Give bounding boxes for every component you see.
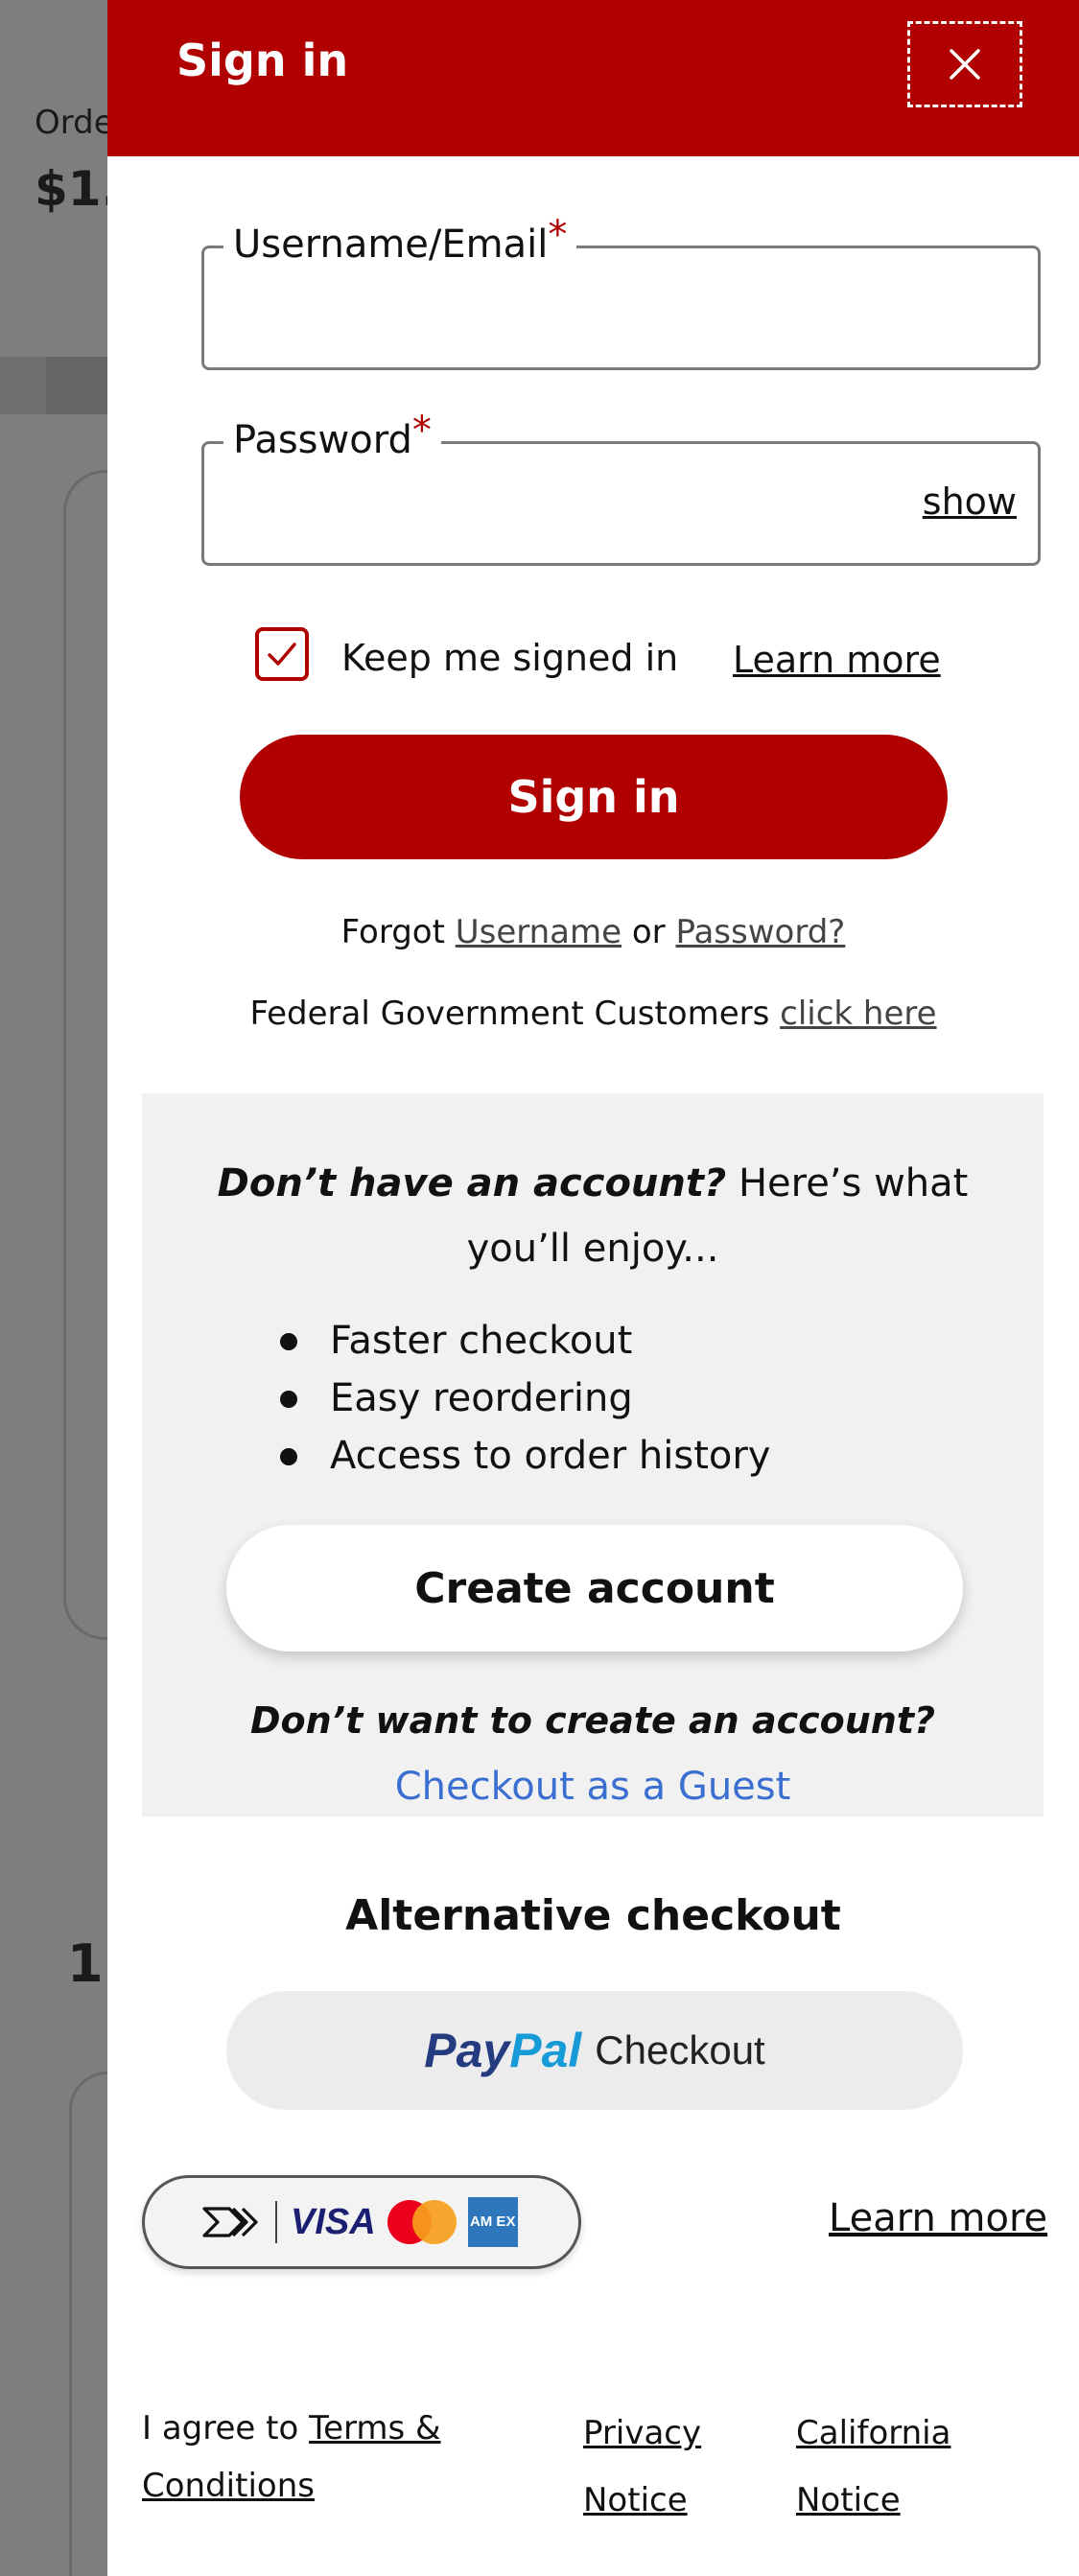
- bullet-icon: [280, 1391, 297, 1408]
- keep-signed-in-label: Keep me signed in: [341, 637, 679, 679]
- paypal-checkout-label: Checkout: [595, 2027, 765, 2073]
- no-account-question: Don’t want to create an account?: [249, 1699, 936, 1742]
- forgot-prefix: Forgot: [340, 913, 445, 951]
- forgot-username-link[interactable]: Username: [456, 913, 622, 951]
- keep-signed-in-checkbox[interactable]: [255, 627, 309, 681]
- federal-click-here-link[interactable]: click here: [780, 995, 936, 1033]
- privacy-notice-link[interactable]: Privacy Notice: [583, 2400, 775, 2534]
- bullet-icon: [280, 1333, 297, 1350]
- show-password-link[interactable]: show: [923, 480, 1017, 523]
- panel-title: Sign in: [176, 35, 349, 86]
- panel-header: Sign in: [107, 0, 1079, 156]
- california-notice-link[interactable]: California Notice: [796, 2400, 988, 2534]
- promo-heading: Don’t have an account? Here’s what you’l…: [180, 1151, 1005, 1281]
- list-item: Easy reordering: [280, 1370, 770, 1427]
- agree-prefix: I agree to: [142, 2409, 299, 2447]
- forgot-password-link[interactable]: Password?: [675, 913, 845, 951]
- pay-with-card-button[interactable]: VISA AM EX: [142, 2175, 581, 2269]
- card-checkout-learn-more-link[interactable]: Learn more: [829, 2196, 1047, 2240]
- paypal-logo: PayPal: [424, 2024, 582, 2077]
- list-item: Access to order history: [280, 1427, 771, 1485]
- required-marker: *: [548, 213, 568, 257]
- paypal-checkout-button[interactable]: PayPal Checkout: [226, 1991, 963, 2110]
- password-field: Password* show: [201, 409, 1041, 566]
- sign-in-button[interactable]: Sign in: [240, 735, 948, 859]
- forgot-credentials: Forgot Username or Password?: [107, 913, 1079, 951]
- item-count: 1: [67, 1933, 104, 1994]
- create-account-button[interactable]: Create account: [226, 1525, 963, 1651]
- benefit-text: Easy reordering: [330, 1376, 633, 1420]
- password-label: Password: [233, 418, 412, 462]
- benefit-text: Faster checkout: [330, 1319, 633, 1363]
- amex-logo: AM EX: [467, 2197, 518, 2247]
- close-icon: [950, 49, 980, 80]
- username-legend: Username/Email*: [223, 213, 577, 269]
- order-label: Orde: [35, 104, 114, 142]
- forgot-or: or: [631, 913, 666, 951]
- divider: [275, 2201, 277, 2243]
- username-label: Username/Email: [233, 222, 549, 267]
- benefits-list: Faster checkout Easy reordering Access t…: [280, 1312, 771, 1485]
- mastercard-logo: [387, 2200, 457, 2244]
- bullet-icon: [280, 1448, 297, 1465]
- list-item: Faster checkout: [280, 1312, 770, 1370]
- checkout-as-guest-link[interactable]: Checkout as a Guest: [142, 1765, 1044, 1809]
- promo-question: Don’t have an account?: [217, 1161, 727, 1206]
- create-account-promo: Don’t have an account? Here’s what you’l…: [142, 1093, 1044, 1816]
- keep-signed-in-learn-more-link[interactable]: Learn more: [733, 639, 941, 681]
- visa-logo: VISA: [291, 2201, 376, 2242]
- keep-signed-in-row: Keep me signed in Learn more: [255, 625, 984, 692]
- sign-in-panel: Sign in Username/Email* Password* show K…: [107, 0, 1079, 2576]
- required-marker: *: [411, 409, 432, 453]
- checkmark-icon: [268, 643, 296, 666]
- alternative-checkout-title: Alternative checkout: [345, 1891, 841, 1940]
- terms-agreement: I agree to Terms & Conditions: [142, 2400, 487, 2515]
- federal-text: Federal Government Customers: [249, 995, 770, 1033]
- federal-customers: Federal Government Customers click here: [107, 995, 1079, 1033]
- username-field: Username/Email*: [201, 213, 1041, 370]
- close-button[interactable]: [907, 21, 1022, 107]
- benefit-text: Access to order history: [330, 1434, 771, 1478]
- password-legend: Password*: [223, 409, 441, 465]
- fast-pay-icon: [202, 2207, 258, 2237]
